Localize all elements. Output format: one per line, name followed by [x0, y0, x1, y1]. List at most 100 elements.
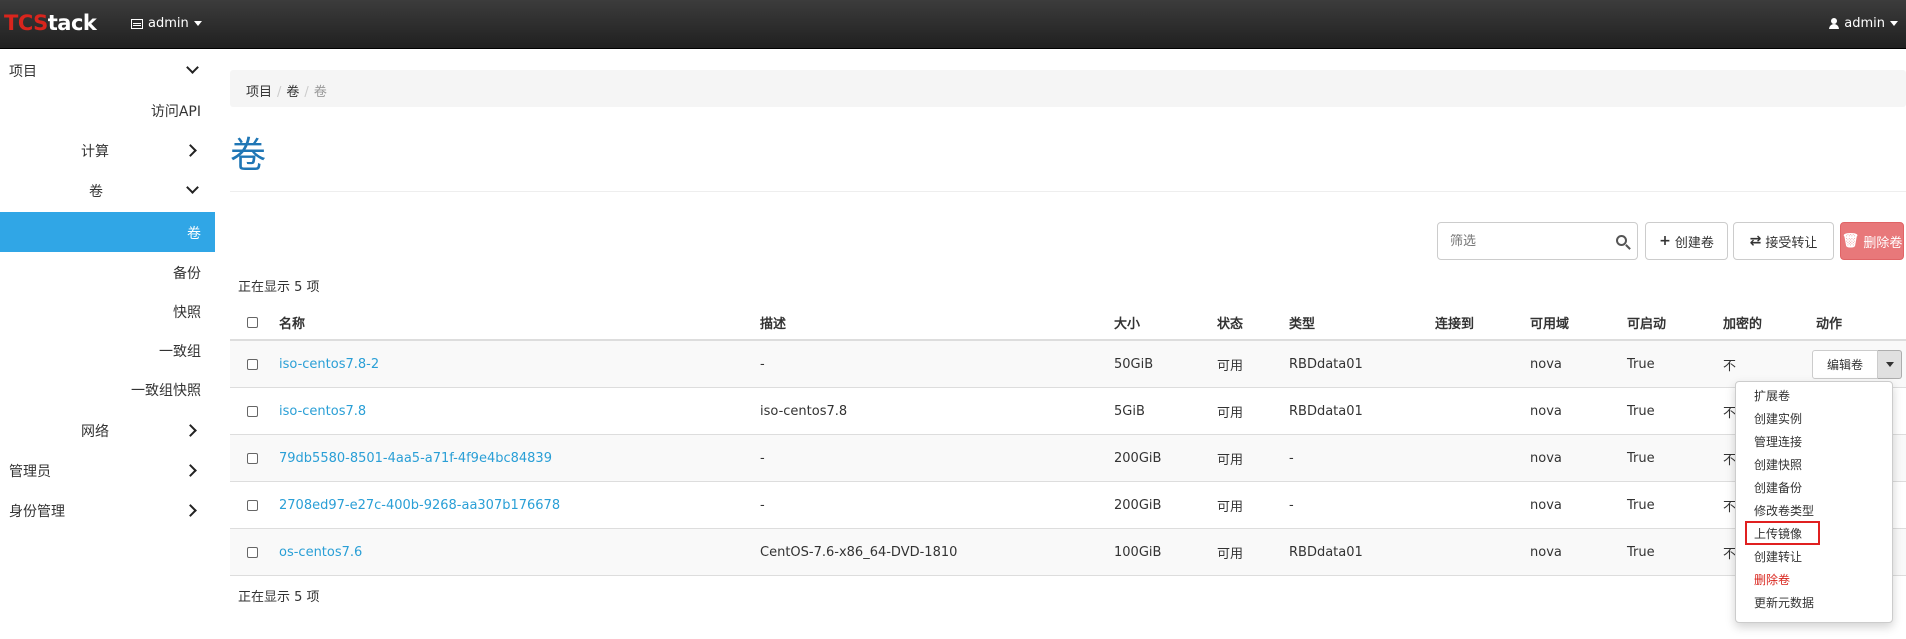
row-action-toggle[interactable] [1878, 350, 1902, 379]
menu-update-metadata[interactable]: 更新元数据 [1736, 591, 1892, 614]
chevron-right-icon [184, 144, 197, 157]
volume-bootable: True [1627, 403, 1655, 419]
menu-create-backup[interactable]: 创建备份 [1736, 476, 1892, 499]
sidebar-item-backups[interactable]: 备份 [0, 252, 215, 292]
chevron-right-icon [184, 424, 197, 437]
volume-name-link[interactable]: iso-centos7.8-2 [279, 341, 379, 387]
caret-down-icon [1890, 21, 1898, 26]
sidebar-item-consistency-groups[interactable]: 一致组 [0, 330, 215, 370]
accept-transfer-button[interactable]: ⇄ 接受转让 [1733, 222, 1834, 260]
volume-size: 5GiB [1114, 403, 1145, 419]
volume-size: 200GiB [1114, 450, 1162, 466]
highlight-box [1745, 521, 1820, 545]
select-all-checkbox[interactable] [247, 316, 258, 328]
sidebar-item-admin[interactable]: 管理员 [0, 450, 215, 490]
menu-create-transfer[interactable]: 创建转让 [1736, 545, 1892, 568]
volume-type: - [1289, 497, 1294, 513]
col-status[interactable]: 状态 [1217, 303, 1243, 341]
volume-status: 可用 [1217, 546, 1244, 562]
volume-name-link[interactable]: 2708ed97-e27c-400b-9268-aa307b176678 [279, 482, 560, 528]
col-name[interactable]: 名称 [279, 303, 305, 341]
menu-change-volume-type[interactable]: 修改卷类型 [1736, 499, 1892, 522]
row-checkbox[interactable] [247, 499, 258, 511]
sidebar-item-volumes-group[interactable]: 卷 [0, 170, 215, 210]
sidebar-item-compute[interactable]: 计算 [0, 130, 215, 170]
sidebar-item-identity[interactable]: 身份管理 [0, 490, 215, 530]
showing-count-top: 正在显示 5 项 [238, 280, 320, 295]
sidebar-item-snapshots[interactable]: 快照 [0, 291, 215, 331]
volume-type: RBDdata01 [1289, 356, 1363, 372]
table-row: iso-centos7.8-2 - 50GiB 可用 RBDdata01 nov… [230, 341, 1906, 388]
volume-zone: nova [1530, 544, 1562, 560]
chevron-right-icon [184, 504, 197, 517]
col-description[interactable]: 描述 [760, 303, 786, 341]
sidebar-item-volumes[interactable]: 卷 [0, 212, 215, 252]
row-action-group: 编辑卷 [1812, 350, 1902, 379]
volume-name-link[interactable]: os-centos7.6 [279, 529, 362, 575]
exchange-icon: ⇄ [1749, 233, 1762, 249]
menu-manage-attachments[interactable]: 管理连接 [1736, 430, 1892, 453]
table-row: 2708ed97-e27c-400b-9268-aa307b176678 - 2… [230, 482, 1906, 529]
col-actions: 动作 [1816, 316, 1843, 332]
volume-type: - [1289, 450, 1294, 466]
volume-status: 可用 [1217, 405, 1244, 421]
project-dropdown[interactable]: admin [131, 16, 202, 31]
sidebar: 项目 访问API 计算 卷 卷 备份 快照 一致组 一致组快照 网络 管理员 身… [0, 50, 215, 639]
row-checkbox[interactable] [247, 358, 258, 370]
menu-create-snapshot[interactable]: 创建快照 [1736, 453, 1892, 476]
sidebar-item-project[interactable]: 项目 [0, 50, 215, 90]
divider [230, 191, 1906, 192]
table-header: 名称 描述 大小 状态 类型 连接到 可用域 可启动 加密的 动作 [230, 303, 1906, 341]
chevron-down-icon [186, 61, 199, 74]
col-bootable[interactable]: 可启动 [1627, 303, 1666, 341]
volume-size: 100GiB [1114, 544, 1162, 560]
chevron-right-icon [184, 464, 197, 477]
volume-zone: nova [1530, 403, 1562, 419]
plus-icon: + [1659, 233, 1671, 249]
volume-status: 可用 [1217, 358, 1244, 374]
col-attached-to[interactable]: 连接到 [1435, 303, 1474, 341]
menu-delete-volume[interactable]: 删除卷 [1736, 568, 1892, 591]
row-checkbox[interactable] [247, 405, 258, 417]
volume-description: iso-centos7.8 [760, 403, 848, 419]
volume-bootable: True [1627, 450, 1655, 466]
menu-launch-instance[interactable]: 创建实例 [1736, 407, 1892, 430]
volume-bootable: True [1627, 544, 1655, 560]
row-checkbox[interactable] [247, 546, 258, 558]
col-encrypted[interactable]: 加密的 [1723, 303, 1762, 341]
chevron-down-icon [186, 181, 199, 194]
col-size[interactable]: 大小 [1114, 303, 1140, 341]
menu-upload-to-image[interactable]: 上传镜像 [1736, 521, 1892, 545]
top-navbar: TCStack admin admin [0, 0, 1906, 49]
menu-extend-volume[interactable]: 扩展卷 [1736, 384, 1892, 407]
volume-status: 可用 [1217, 499, 1244, 515]
volume-encrypted: 不 [1723, 358, 1737, 374]
volume-name-link[interactable]: iso-centos7.8 [279, 388, 366, 434]
filter-box[interactable] [1437, 222, 1638, 260]
brand-logo[interactable]: TCStack [4, 11, 97, 35]
breadcrumb-current: 卷 [313, 85, 327, 100]
edit-volume-button[interactable]: 编辑卷 [1812, 350, 1878, 379]
search-icon[interactable] [1616, 235, 1627, 246]
volume-name-link[interactable]: 79db5580-8501-4aa5-a71f-4f9e4bc84839 [279, 435, 552, 481]
volume-bootable: True [1627, 356, 1655, 372]
table-row: 79db5580-8501-4aa5-a71f-4f9e4bc84839 - 2… [230, 435, 1906, 482]
sidebar-item-network[interactable]: 网络 [0, 410, 215, 450]
delete-volumes-button[interactable]: 🗑 删除卷 [1840, 222, 1904, 260]
create-volume-button[interactable]: + 创建卷 [1645, 222, 1728, 260]
volume-type: RBDdata01 [1289, 544, 1363, 560]
volume-description: - [760, 356, 765, 372]
col-type[interactable]: 类型 [1289, 303, 1315, 341]
sidebar-item-cg-snapshots[interactable]: 一致组快照 [0, 369, 215, 409]
trash-icon: 🗑 [1841, 233, 1860, 249]
filter-input[interactable] [1450, 233, 1600, 249]
volume-type: RBDdata01 [1289, 403, 1363, 419]
page-title: 卷 [230, 135, 267, 176]
row-checkbox[interactable] [247, 452, 258, 464]
breadcrumb-project[interactable]: 项目 [246, 85, 272, 100]
volume-zone: nova [1530, 356, 1562, 372]
breadcrumb-volumes-group[interactable]: 卷 [286, 85, 299, 100]
sidebar-item-access-api[interactable]: 访问API [0, 90, 215, 130]
user-dropdown[interactable]: admin [1829, 16, 1898, 31]
col-availability-zone[interactable]: 可用域 [1530, 303, 1569, 341]
